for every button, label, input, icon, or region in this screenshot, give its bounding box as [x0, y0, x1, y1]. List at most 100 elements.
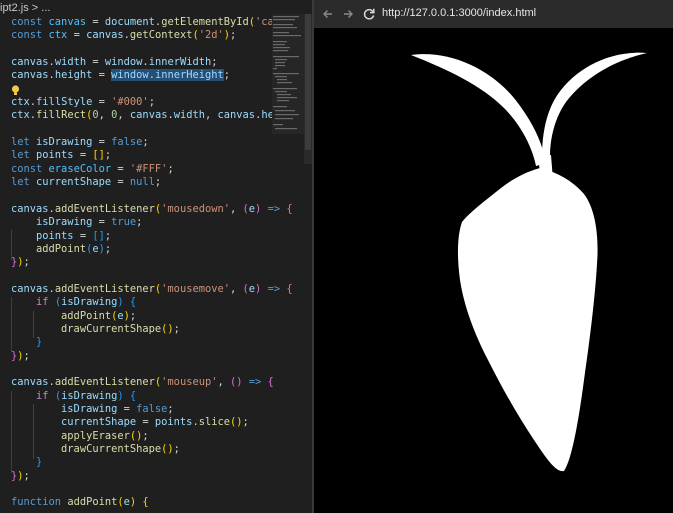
code-line[interactable]: ctx.fillStyle = '#000'; [11, 96, 312, 109]
code-line[interactable]: currentShape = points.slice(); [11, 416, 312, 429]
code-line[interactable]: } [11, 456, 312, 469]
arrow-right-icon[interactable] [340, 6, 356, 22]
code-token: currentShape [36, 176, 112, 189]
code-token: currentShape [61, 416, 137, 429]
code-token: isDrawing [36, 216, 93, 229]
code-token: drawCurrentShape [61, 443, 162, 455]
code-token: ; [23, 469, 30, 482]
code-line[interactable]: points = []; [11, 230, 312, 243]
code-line[interactable] [11, 189, 312, 202]
code-token: isDrawing [61, 389, 118, 402]
minimap[interactable] [272, 14, 304, 134]
code-token: = [73, 149, 93, 162]
code-token: => [242, 376, 268, 389]
code-token: window [104, 56, 143, 69]
code-line[interactable]: canvas.addEventListener('mouseup', () =>… [11, 376, 312, 389]
code-line[interactable]: canvas.addEventListener('mousemove', (e)… [11, 283, 312, 296]
code-line[interactable]: drawCurrentShape(); [11, 323, 312, 336]
code-token: = [92, 96, 112, 109]
code-line[interactable]: }); [11, 470, 312, 483]
vertical-scrollbar-thumb[interactable] [305, 14, 311, 150]
code-line[interactable]: drawCurrentShape(); [11, 443, 312, 456]
code-token: ; [230, 29, 237, 42]
breadcrumb[interactable]: ipt2.js > ... [0, 0, 270, 16]
code-token: width [173, 109, 206, 122]
code-token: = [86, 56, 105, 69]
code-line[interactable]: const ctx = canvas.getContext('2d'); [11, 29, 312, 42]
code-line[interactable]: ctx.fillRect(0, 0, canvas.width, canvas.… [11, 109, 312, 122]
code-line[interactable]: let isDrawing = false; [11, 136, 312, 149]
code-line[interactable]: if (isDrawing) { [11, 296, 312, 309]
code-token: ; [129, 309, 137, 322]
code-token: eraseColor [48, 162, 112, 175]
code-line[interactable]: canvas.addEventListener('mousedown', (e)… [11, 203, 312, 216]
code-lines[interactable]: const canvas = document.getElementById('… [11, 16, 312, 510]
code-token: 'mousedown' [161, 202, 230, 215]
address-bar[interactable]: http://127.0.0.1:3000/index.html [382, 7, 536, 19]
code-token: canvas [11, 376, 49, 389]
reload-icon[interactable] [361, 6, 377, 22]
code-line[interactable] [11, 483, 312, 496]
code-line[interactable]: applyEraser(); [11, 430, 312, 443]
code-token: () [161, 443, 174, 455]
code-token: addEventListener [54, 376, 155, 389]
code-line[interactable]: addPoint(e); [11, 310, 312, 323]
code-token: ; [148, 96, 155, 109]
code-token: ; [167, 162, 174, 175]
code-line[interactable]: canvas.width = window.innerWidth; [11, 56, 312, 69]
code-line[interactable]: addPoint(e); [11, 243, 312, 256]
arrow-left-icon[interactable] [320, 6, 336, 22]
code-token: addEventListener [54, 282, 155, 295]
code-token: ; [173, 322, 180, 335]
code-token: window [111, 69, 149, 82]
code-line[interactable]: const eraseColor = '#FFF'; [11, 163, 312, 176]
code-line[interactable]: isDrawing = true; [11, 216, 312, 229]
code-line[interactable]: }); [11, 256, 312, 269]
code-token: fillRect [36, 109, 87, 122]
code-token: if [36, 389, 55, 402]
code-token: [] [92, 149, 105, 162]
code-token: ; [142, 136, 149, 149]
code-line[interactable]: if (isDrawing) { [11, 390, 312, 403]
code-line[interactable]: canvas.height = window.innerHeight; [11, 69, 312, 82]
code-token: = [111, 162, 130, 175]
code-line[interactable]: let currentShape = null; [11, 176, 312, 189]
code-token: let [11, 149, 37, 162]
code-token: () [161, 322, 174, 335]
code-token: if [36, 296, 55, 309]
code-token: points [36, 229, 74, 242]
code-token: ; [23, 256, 30, 269]
code-token: , [217, 376, 230, 389]
drawing-canvas[interactable] [314, 28, 673, 513]
code-line[interactable] [11, 83, 312, 96]
code-token: canvas [11, 282, 49, 295]
code-token: points [154, 416, 193, 429]
code-line[interactable]: isDrawing = false; [11, 403, 312, 416]
lightbulb-icon[interactable] [11, 85, 20, 97]
code-token: points [36, 149, 74, 162]
code-line[interactable]: } [11, 336, 312, 349]
code-line[interactable]: function addPoint(e) { [11, 496, 312, 509]
code-line[interactable] [11, 270, 312, 283]
code-line[interactable] [11, 123, 312, 136]
browser-pane: http://127.0.0.1:3000/index.html [314, 0, 673, 513]
code-line[interactable] [11, 43, 312, 56]
code-line[interactable]: }); [11, 350, 312, 363]
code-line[interactable]: const canvas = document.getElementById('… [11, 16, 312, 29]
code-line[interactable]: let points = []; [11, 149, 312, 162]
code-token: ; [23, 349, 30, 362]
code-editor-pane[interactable]: ipt2.js > ... const canvas = document.ge… [0, 0, 312, 513]
code-token: document [104, 16, 155, 28]
code-token: ctx [11, 109, 30, 122]
code-token: ; [142, 429, 149, 442]
code-token: { [286, 202, 293, 215]
code-token: canvas [217, 109, 256, 122]
code-line[interactable] [11, 363, 312, 376]
code-token: isDrawing [36, 136, 93, 149]
code-token: ; [242, 416, 249, 429]
